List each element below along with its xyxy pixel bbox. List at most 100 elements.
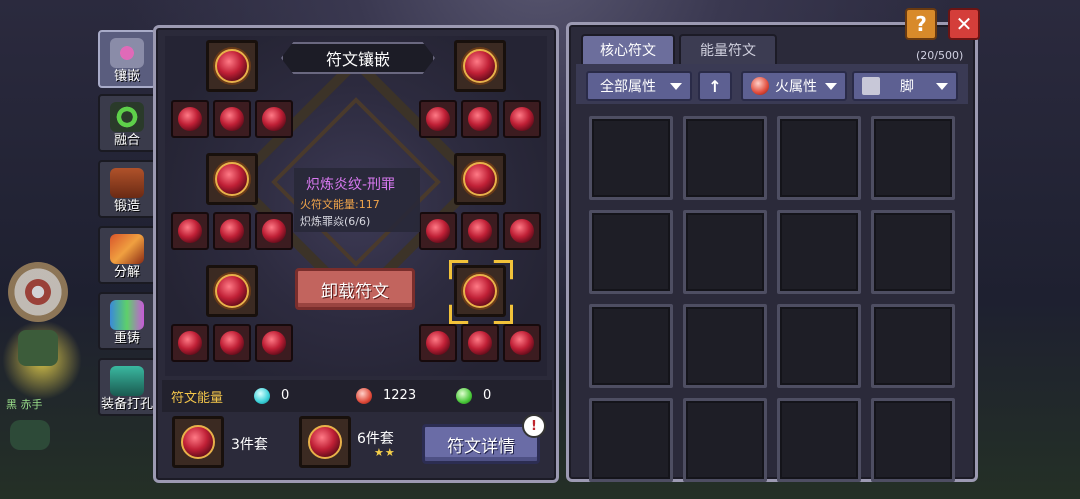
inventory-cell[interactable] [683,304,767,388]
background-pet [10,420,50,450]
slot-filter-dropdown[interactable]: 脚 [852,71,958,101]
tooltip-rune-set: 炽炼罪焱(6/6) [300,215,371,228]
forge-icon [110,168,144,198]
fire-gem-icon [468,331,492,355]
fire-gem-icon [178,331,202,355]
tab-punch[interactable]: 装备打孔 [98,358,156,416]
fire-gem-icon [510,219,534,243]
energy-rune-slot[interactable] [419,100,457,138]
fire-rune-icon [215,274,249,308]
slot-filter-label: 脚 [900,79,914,95]
fire-gem-icon [356,388,372,404]
energy-rune-slot[interactable] [461,212,499,250]
punch-icon [110,366,144,396]
background-character [18,330,58,366]
energy-rune-slot[interactable] [503,212,541,250]
energy-rune-slot[interactable] [213,212,251,250]
inventory-cell[interactable] [777,304,861,388]
tab-fusion[interactable]: 融合 [98,94,156,152]
inventory-cell[interactable] [777,210,861,294]
energy-rune-slot[interactable] [419,212,457,250]
core-rune-slot-selected[interactable] [454,265,506,317]
fire-rune-icon [463,162,497,196]
tab-decompose[interactable]: 分解 [98,226,156,284]
fire-rune-icon [308,425,342,459]
fire-gem-icon [426,331,450,355]
inventory-cell[interactable] [871,116,955,200]
inlay-icon [110,38,144,68]
energy-rune-slot[interactable] [255,324,293,362]
energy-rune-slot[interactable] [255,100,293,138]
inventory-cell[interactable] [589,116,673,200]
inventory-cell[interactable] [871,304,955,388]
fire-energy-value: 1223 [383,388,417,403]
inventory-cell[interactable] [683,398,767,482]
fire-gem-icon [220,331,244,355]
inventory-cell[interactable] [683,210,767,294]
tab-recast-label: 重铸 [113,331,140,346]
set-3-label: 3件套 [231,437,268,453]
inventory-cell[interactable] [871,398,955,482]
fire-rune-icon [463,274,497,308]
inventory-cell[interactable] [777,116,861,200]
inventory-grid [589,116,955,482]
energy-rune-slot[interactable] [461,324,499,362]
tab-forge[interactable]: 锻造 [98,160,156,218]
help-button[interactable]: ? [905,8,937,40]
set-stars: ★★ [374,446,396,459]
tab-inlay[interactable]: 镶嵌 [98,30,156,88]
energy-rune-slot[interactable] [171,100,209,138]
core-rune-slot[interactable] [206,265,258,317]
set-bonus-slot[interactable] [299,416,351,468]
attribute-filter-dropdown[interactable]: 全部属性 [586,71,692,101]
tab-decompose-label: 分解 [113,265,140,280]
unload-rune-button[interactable]: 卸载符文 [295,268,415,310]
core-rune-slot[interactable] [454,40,506,92]
energy-rune-slot[interactable] [213,324,251,362]
fire-gem-icon [426,219,450,243]
energy-rune-slot[interactable] [503,100,541,138]
inventory-cell[interactable] [683,116,767,200]
energy-rune-slot[interactable] [213,100,251,138]
inventory-cell[interactable] [589,398,673,482]
fire-element-icon [751,77,769,95]
energy-rune-slot[interactable] [255,212,293,250]
element-filter-dropdown[interactable]: 火属性 [741,71,847,101]
inventory-cell[interactable] [871,210,955,294]
sort-button[interactable]: ↑ [698,71,732,101]
fire-gem-icon [510,331,534,355]
tab-forge-label: 锻造 [113,199,140,214]
core-rune-slot[interactable] [206,153,258,205]
attribute-filter-label: 全部属性 [600,79,656,95]
tab-recast[interactable]: 重铸 [98,292,156,350]
fire-gem-icon [178,219,202,243]
close-button[interactable]: ✕ [948,8,980,40]
tab-core-rune[interactable]: 核心符文 [581,34,675,64]
inventory-cell[interactable] [589,304,673,388]
nature-energy-value: 0 [483,388,492,403]
fusion-icon [110,102,144,132]
energy-label: 符文能量 [171,391,224,406]
core-rune-slot[interactable] [206,40,258,92]
inventory-cell[interactable] [777,398,861,482]
fire-gem-icon [262,331,286,355]
fire-rune-icon [463,49,497,83]
inventory-cell[interactable] [589,210,673,294]
energy-rune-slot[interactable] [503,324,541,362]
set-bonus-slot[interactable] [172,416,224,468]
panel-title: 符文镶嵌 [281,42,435,74]
energy-rune-slot[interactable] [419,324,457,362]
fire-rune-icon [181,425,215,459]
tab-fusion-label: 融合 [113,133,140,148]
chevron-down-icon [936,83,948,90]
fire-gem-icon [262,107,286,131]
tab-energy-rune[interactable]: 能量符文 [679,34,777,64]
energy-rune-slot[interactable] [171,212,209,250]
energy-rune-slot[interactable] [461,100,499,138]
tab-inlay-label: 镶嵌 [113,69,140,84]
core-rune-slot[interactable] [454,153,506,205]
nature-gem-icon [456,388,472,404]
energy-rune-slot[interactable] [171,324,209,362]
chevron-down-icon [670,83,682,90]
decompose-icon [110,234,144,264]
